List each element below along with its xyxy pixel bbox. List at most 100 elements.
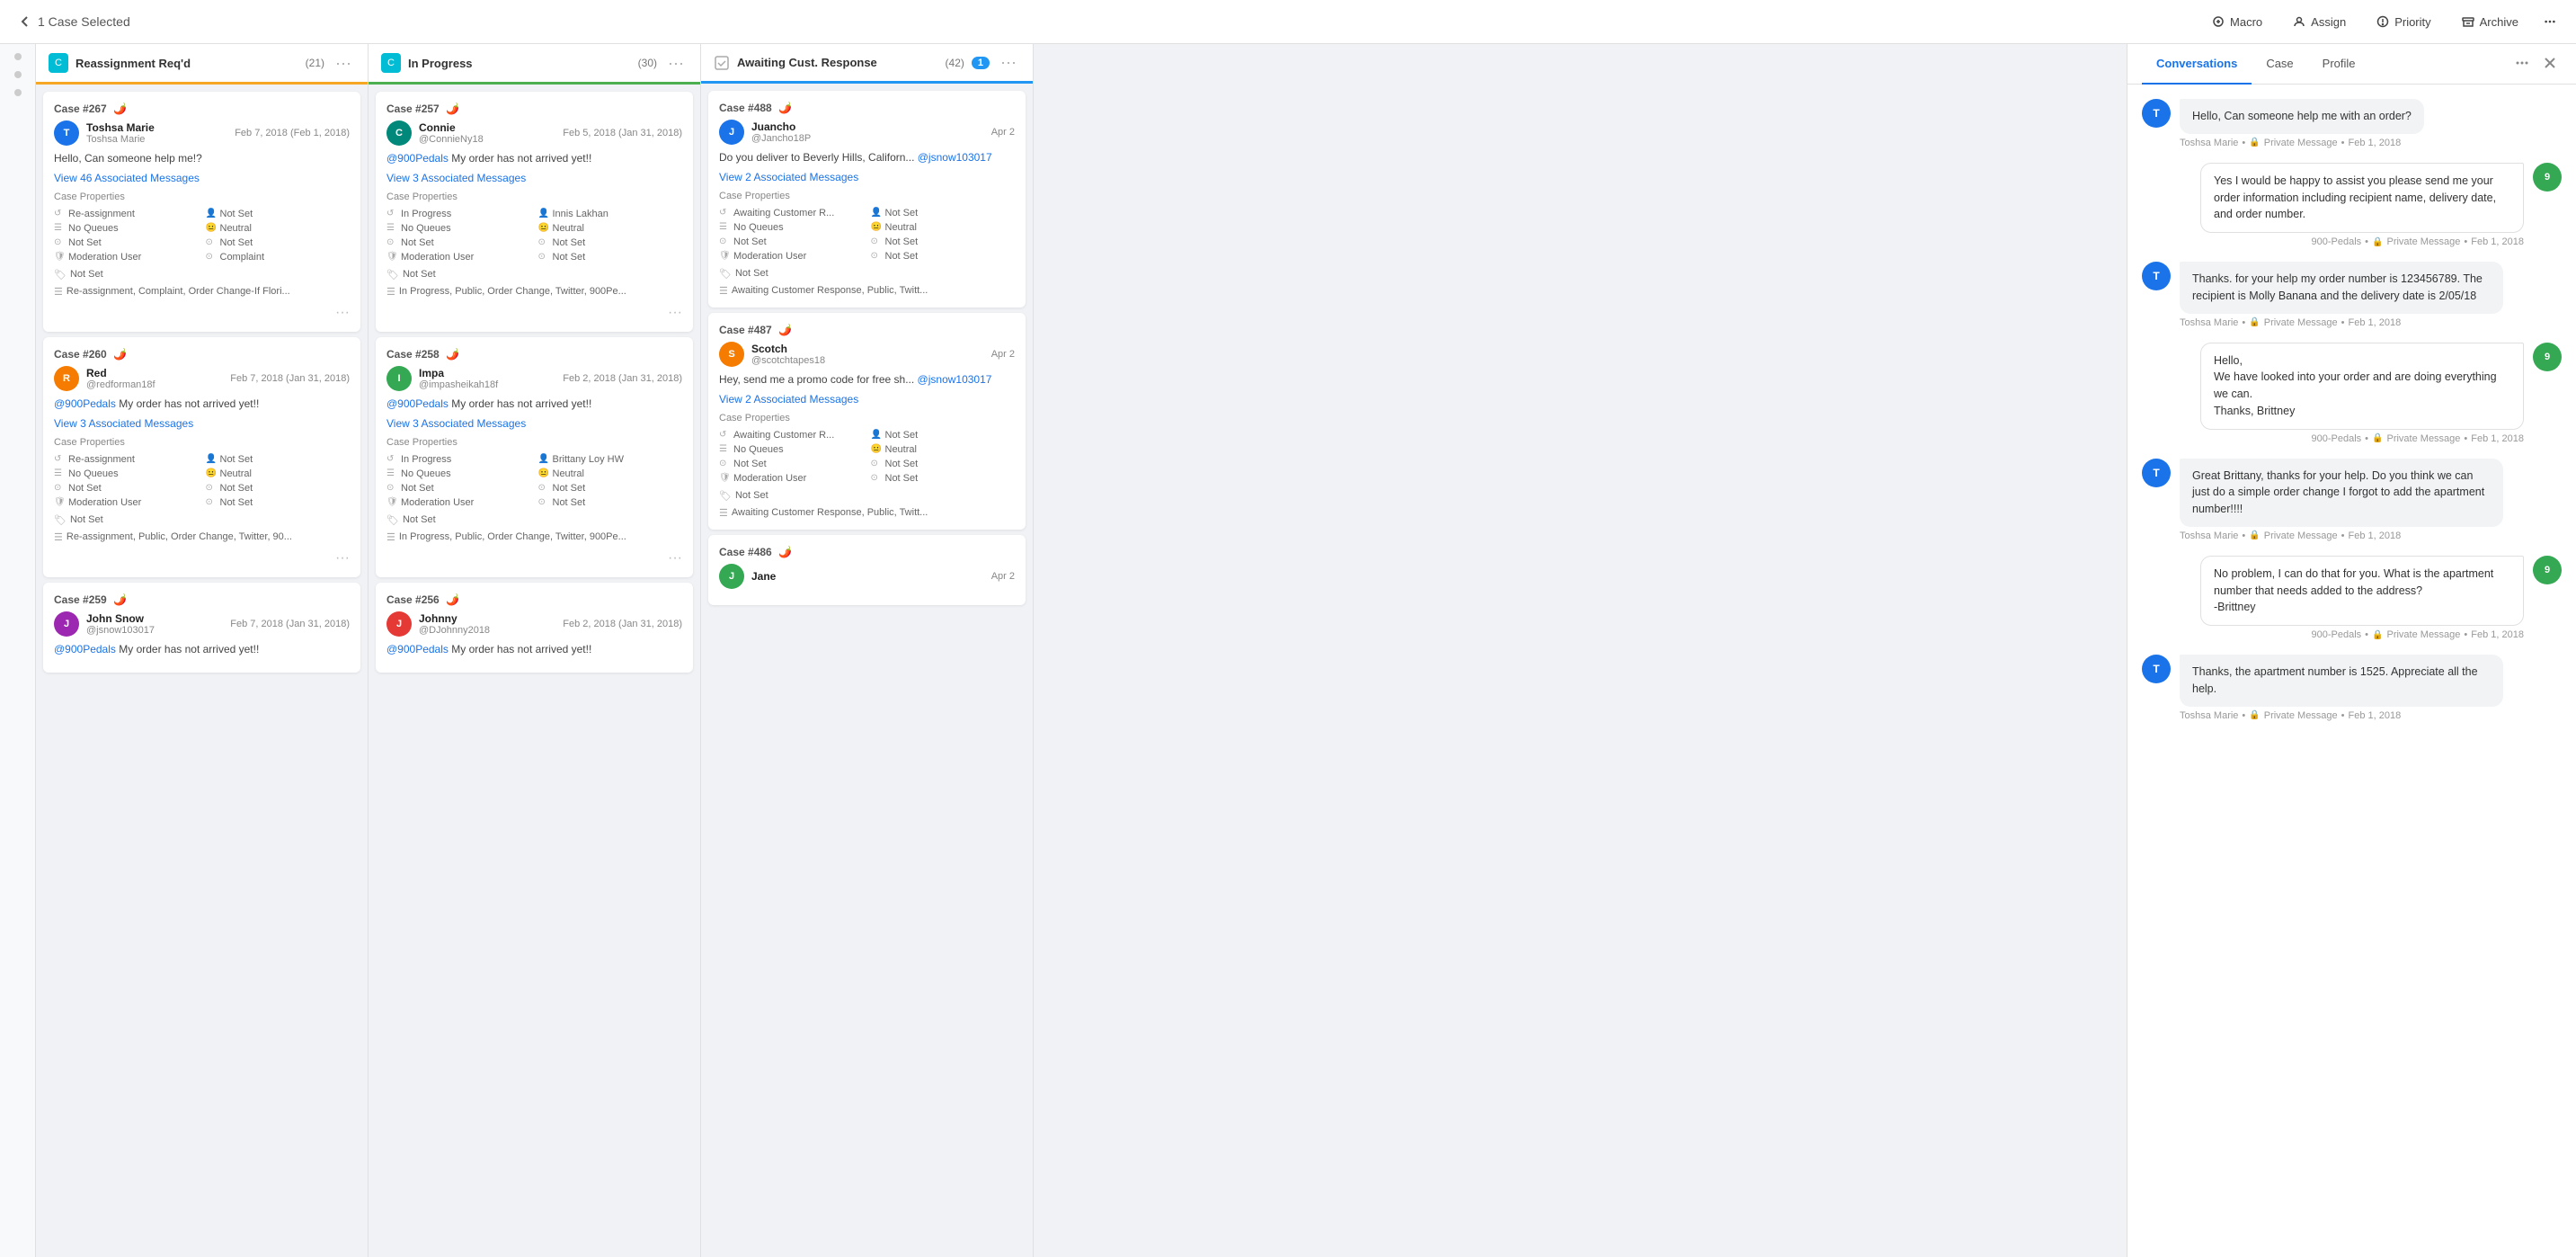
card-more-258[interactable]: ··· bbox=[668, 550, 682, 566]
prop-item: 🛡 Moderation User bbox=[54, 251, 199, 263]
column-header-in-progress: C In Progress (30) ··· bbox=[369, 44, 700, 85]
prop-item: 😐 Neutral bbox=[871, 443, 1016, 456]
case-date-487: Apr 2 bbox=[991, 349, 1015, 360]
prop-item: 👤 Not Set bbox=[206, 453, 351, 466]
case-link-257[interactable]: View 3 Associated Messages bbox=[386, 172, 682, 184]
case-link-267[interactable]: View 46 Associated Messages bbox=[54, 172, 350, 184]
tab-case[interactable]: Case bbox=[2252, 44, 2307, 85]
assign-button[interactable]: Assign bbox=[2278, 10, 2360, 34]
card-more-260[interactable]: ··· bbox=[335, 550, 350, 566]
prop-item: ↺ Awaiting Customer R... bbox=[719, 207, 864, 219]
properties-label-488: Case Properties bbox=[719, 191, 1015, 201]
prop-item: ☰ No Queues bbox=[54, 468, 199, 480]
case-card-488[interactable]: Case #488 🌶️ J Juancho @Jancho18P Apr 2 … bbox=[708, 91, 1026, 308]
priority-button[interactable]: Priority bbox=[2362, 10, 2445, 34]
case-date-260: Feb 7, 2018 (Jan 31, 2018) bbox=[230, 373, 350, 384]
case-card-259[interactable]: Case #259 🌶️ J John Snow @jsnow103017 Fe… bbox=[43, 583, 360, 673]
prop-item: ⊙ Not Set bbox=[719, 236, 864, 248]
assign-label: Assign bbox=[2311, 15, 2346, 29]
case-message-258: @900Pedals My order has not arrived yet!… bbox=[386, 397, 682, 412]
macro-button[interactable]: Macro bbox=[2198, 10, 2277, 34]
user-name-267: Toshsa Marie bbox=[86, 121, 227, 134]
case-channel-tags-258: ☰ In Progress, Public, Order Change, Twi… bbox=[386, 531, 682, 543]
msg-date-4: Feb 1, 2018 bbox=[2471, 433, 2524, 444]
back-button[interactable]: 1 Case Selected bbox=[11, 14, 138, 29]
more-button[interactable] bbox=[2535, 10, 2565, 33]
prop-item: ↺ Re-assignment bbox=[54, 208, 199, 220]
prop-item: ⊙ Not Set bbox=[206, 496, 351, 509]
msg-date-3: Feb 1, 2018 bbox=[2349, 317, 2402, 328]
case-channel-tags-267: ☰ Re-assignment, Complaint, Order Change… bbox=[54, 286, 350, 298]
case-card-486[interactable]: Case #486 🌶️ J Jane Apr 2 bbox=[708, 535, 1026, 605]
message-row-6: 9 No problem, I can do that for you. Wha… bbox=[2142, 556, 2562, 640]
prop-item: ⊙ Not Set bbox=[871, 458, 1016, 470]
prop-item: 😐 Neutral bbox=[206, 468, 351, 480]
case-number-257: Case #257 🌶️ bbox=[386, 103, 459, 115]
case-channel-tags-487: ☰ Awaiting Customer Response, Public, Tw… bbox=[719, 507, 1015, 519]
msg-sender-2: 900-Pedals bbox=[2312, 236, 2362, 247]
prop-item: ⊙ Not Set bbox=[386, 236, 531, 249]
case-user-row-487: S Scotch @scotchtapes18 Apr 2 bbox=[719, 342, 1015, 367]
msg-visibility-7: Private Message bbox=[2264, 710, 2338, 721]
props-grid-487: ↺ Awaiting Customer R... 👤 Not Set ☰ No … bbox=[719, 429, 1015, 485]
left-sidebar-collapsed bbox=[0, 44, 36, 1257]
case-card-267[interactable]: Case #267 🌶️ T Toshsa Marie Toshsa Marie… bbox=[43, 92, 360, 332]
message-row-2: 9 Yes I would be happy to assist you ple… bbox=[2142, 163, 2562, 247]
msg-lock-6: 🔒 bbox=[2372, 630, 2383, 640]
prop-item: ⊙ Not Set bbox=[871, 472, 1016, 485]
card-more-257[interactable]: ··· bbox=[668, 305, 682, 321]
case-link-258[interactable]: View 3 Associated Messages bbox=[386, 417, 682, 430]
case-number-488: Case #488 🌶️ bbox=[719, 102, 792, 114]
user-name-258: Impa bbox=[419, 367, 555, 379]
rpanel-more-button[interactable] bbox=[2509, 50, 2535, 78]
avatar-486: J bbox=[719, 564, 744, 589]
case-card-258[interactable]: Case #258 🌶️ I Impa @impasheikah18f Feb … bbox=[376, 337, 693, 577]
msg-sender-1: Toshsa Marie bbox=[2180, 138, 2238, 148]
msg-meta-2: 900-Pedals • 🔒 Private Message • Feb 1, … bbox=[2200, 236, 2524, 247]
case-channel-tags-260: ☰ Re-assignment, Public, Order Change, T… bbox=[54, 531, 350, 543]
case-card-260[interactable]: Case #260 🌶️ R Red @redforman18f Feb 7, … bbox=[43, 337, 360, 577]
case-user-row-258: I Impa @impasheikah18f Feb 2, 2018 (Jan … bbox=[386, 366, 682, 391]
user-name-259: John Snow bbox=[86, 612, 223, 625]
case-user-row-256: J Johnny @DJohnny2018 Feb 2, 2018 (Jan 3… bbox=[386, 611, 682, 637]
msg-visibility-1: Private Message bbox=[2264, 138, 2338, 148]
column-menu-in-progress[interactable]: ··· bbox=[664, 54, 688, 73]
column-body-awaiting: Case #488 🌶️ J Juancho @Jancho18P Apr 2 … bbox=[701, 84, 1033, 1257]
case-channel-tags-257: ☰ In Progress, Public, Order Change, Twi… bbox=[386, 286, 682, 298]
tab-profile[interactable]: Profile bbox=[2308, 44, 2370, 85]
case-user-row-267: T Toshsa Marie Toshsa Marie Feb 7, 2018 … bbox=[54, 120, 350, 146]
column-in-progress: C In Progress (30) ··· Case #257 🌶️ C Co… bbox=[369, 44, 701, 1257]
case-message-257: @900Pedals My order has not arrived yet!… bbox=[386, 151, 682, 166]
avatar-257: C bbox=[386, 120, 412, 146]
props-grid-267: ↺ Re-assignment 👤 Not Set ☰ No Queues 😐 … bbox=[54, 208, 350, 263]
avatar-260: R bbox=[54, 366, 79, 391]
column-menu-awaiting[interactable]: ··· bbox=[997, 53, 1020, 72]
case-card-257[interactable]: Case #257 🌶️ C Connie @ConnieNy18 Feb 5,… bbox=[376, 92, 693, 332]
prop-item: 🛡 Moderation User bbox=[719, 250, 864, 263]
case-link-488[interactable]: View 2 Associated Messages bbox=[719, 171, 1015, 183]
column-reassignment-reqd: C Reassignment Req'd (21) ··· Case #267 … bbox=[36, 44, 369, 1257]
case-user-row-488: J Juancho @Jancho18P Apr 2 bbox=[719, 120, 1015, 145]
archive-button[interactable]: Archive bbox=[2447, 10, 2533, 34]
user-info-267: Toshsa Marie Toshsa Marie bbox=[86, 121, 227, 145]
case-card-259-header: Case #259 🌶️ bbox=[54, 593, 350, 606]
case-link-487[interactable]: View 2 Associated Messages bbox=[719, 393, 1015, 406]
case-user-row-259: J John Snow @jsnow103017 Feb 7, 2018 (Ja… bbox=[54, 611, 350, 637]
card-footer-267: ··· bbox=[54, 305, 350, 321]
case-card-487[interactable]: Case #487 🌶️ S Scotch @scotchtapes18 Apr… bbox=[708, 313, 1026, 530]
tab-conversations[interactable]: Conversations bbox=[2142, 44, 2252, 85]
user-info-260: Red @redforman18f bbox=[86, 367, 223, 390]
case-link-260[interactable]: View 3 Associated Messages bbox=[54, 417, 350, 430]
msg-meta-7: Toshsa Marie • 🔒 Private Message • Feb 1… bbox=[2180, 710, 2503, 721]
column-count-awaiting: (42) bbox=[946, 57, 964, 69]
user-info-257: Connie @ConnieNy18 bbox=[419, 121, 555, 145]
rpanel-close-button[interactable] bbox=[2538, 51, 2562, 77]
card-more-267[interactable]: ··· bbox=[335, 305, 350, 321]
case-tags-267: 🏷 Not Set bbox=[54, 269, 350, 281]
case-card-256[interactable]: Case #256 🌶️ J Johnny @DJohnny2018 Feb 2… bbox=[376, 583, 693, 673]
prop-item: ☰ No Queues bbox=[719, 221, 864, 234]
msg-bubble-7: Thanks, the apartment number is 1525. Ap… bbox=[2180, 655, 2503, 707]
message-row-7: T Thanks, the apartment number is 1525. … bbox=[2142, 655, 2562, 721]
right-panel-tabs: Conversations Case Profile bbox=[2127, 44, 2576, 85]
column-menu-reassignment[interactable]: ··· bbox=[332, 54, 355, 73]
